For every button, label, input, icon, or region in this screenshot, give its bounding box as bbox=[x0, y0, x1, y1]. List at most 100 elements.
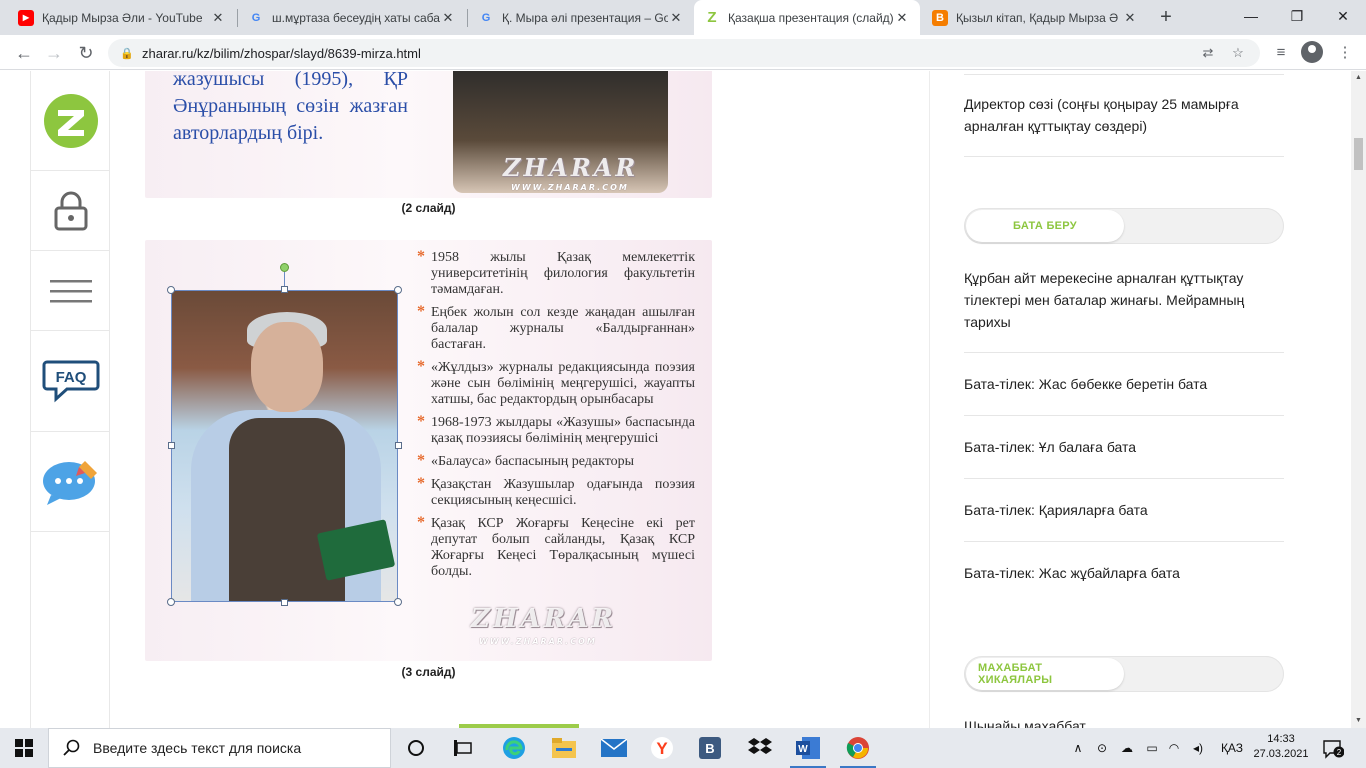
dropbox-button[interactable] bbox=[736, 728, 784, 768]
close-icon[interactable]: ✕ bbox=[440, 10, 456, 26]
tab-youtube[interactable]: ▶ Қадыр Мырза Әли - YouTube ✕ bbox=[8, 0, 236, 35]
tab-active-zharar[interactable]: Z Қазақша презентация (слайд) ✕ bbox=[694, 0, 920, 35]
taskbar-search[interactable]: Введите здесь текст для поиска bbox=[48, 728, 391, 768]
tab-google-2[interactable]: G Қ. Мыра әлі презентация – Go ✕ bbox=[468, 0, 694, 35]
blogger-icon: B bbox=[932, 9, 948, 26]
restore-button[interactable]: ❐ bbox=[1274, 0, 1320, 32]
resize-handle[interactable] bbox=[394, 286, 402, 294]
resize-handle[interactable] bbox=[281, 286, 288, 293]
sidebar-chat[interactable] bbox=[31, 432, 110, 532]
slide-2-caption: (2 слайд) bbox=[401, 201, 456, 215]
left-gutter bbox=[0, 71, 30, 728]
notifications-button[interactable]: 2 bbox=[1318, 728, 1348, 768]
divider bbox=[964, 415, 1284, 416]
yandex-button[interactable]: Y bbox=[638, 728, 686, 768]
resize-handle[interactable] bbox=[281, 599, 288, 606]
lock-icon bbox=[54, 191, 87, 230]
slide-3-image: 1958 жылы Қазақ мемлекеттік университеті… bbox=[145, 240, 712, 661]
slide-2-image: жазушысы (1995), ҚР Әнұранының сөзін жаз… bbox=[145, 71, 712, 198]
dropbox-icon bbox=[748, 738, 772, 754]
link-director-speech[interactable]: Директор сөзі (соңғы қоңырау 25 мамырға … bbox=[964, 93, 1284, 137]
minimize-button[interactable]: — bbox=[1228, 0, 1274, 32]
resize-handle[interactable] bbox=[395, 442, 402, 449]
wifi-icon[interactable]: ◠ bbox=[1164, 728, 1184, 768]
link-kurban-ait[interactable]: Құрбан айт мерекесіне арналған құттықтау… bbox=[964, 267, 1284, 333]
close-window-button[interactable]: ✕ bbox=[1320, 0, 1366, 32]
resize-handle[interactable] bbox=[167, 286, 175, 294]
address-bar[interactable]: 🔒 zharar.ru/kz/bilim/zhospar/slayd/8639-… bbox=[108, 39, 1260, 67]
tab-title: Қ. Мыра әлі презентация – Go bbox=[502, 10, 668, 25]
right-sidebar: Директор сөзі (соңғы қоңырау 25 мамырға … bbox=[929, 71, 1351, 728]
page-scrollbar[interactable]: ▲ ▼ bbox=[1351, 71, 1366, 728]
star-icon[interactable]: ☆ bbox=[1228, 43, 1248, 63]
sidebar-menu[interactable] bbox=[31, 251, 110, 331]
taskbar-clock[interactable]: 14:33 27.03.2021 bbox=[1253, 732, 1309, 762]
bullet-item: Қазақ КСР Жоғарғы Кеңесіне екі рет депут… bbox=[417, 515, 695, 580]
page-viewport: FAQ жазушысы (1995), ҚР Әнұранының сөзін… bbox=[0, 71, 1366, 728]
clock-date: 27.03.2021 bbox=[1253, 748, 1309, 760]
mail-button[interactable] bbox=[590, 728, 638, 768]
translate-icon[interactable]: ⇄ bbox=[1198, 43, 1218, 63]
scroll-thumb[interactable] bbox=[1354, 138, 1363, 170]
new-tab-button[interactable]: + bbox=[1154, 5, 1178, 29]
link-shynaiy-mahabbat[interactable]: Шынайы махаббат bbox=[964, 715, 1284, 728]
sidebar-logo[interactable] bbox=[31, 71, 110, 171]
zharar-logo-icon bbox=[43, 93, 98, 148]
search-placeholder: Введите здесь текст для поиска bbox=[93, 740, 302, 756]
scroll-up-arrow[interactable]: ▲ bbox=[1351, 71, 1366, 85]
resize-handle[interactable] bbox=[167, 598, 175, 606]
onedrive-icon[interactable]: ☁ bbox=[1116, 728, 1138, 768]
word-button[interactable]: W bbox=[784, 728, 832, 768]
watermark-url: WWW.ZHARAR.COM bbox=[511, 183, 629, 192]
svg-text:Y: Y bbox=[656, 739, 668, 758]
battery-icon[interactable]: ▭ bbox=[1142, 728, 1162, 768]
bullet-item: Қазақстан Жазушылар одағында поэзия секц… bbox=[417, 476, 695, 509]
tray-app-icon[interactable]: ⊙ bbox=[1092, 728, 1112, 768]
reload-button[interactable]: ↻ bbox=[72, 39, 100, 67]
link-bata-kariya[interactable]: Бата-тілек: Қарияларға бата bbox=[964, 499, 1284, 521]
section-title: БАТА БЕРУ bbox=[966, 210, 1124, 242]
link-bata-ul[interactable]: Бата-тілек: Ұл балаға бата bbox=[964, 436, 1284, 458]
tab-google-1[interactable]: G ш.мұртаза бесеудің хаты саба ✕ bbox=[238, 0, 466, 35]
section-mahabbat[interactable]: МАХАББАТ ХИКАЯЛАРЫ bbox=[964, 656, 1284, 692]
tray-expand-icon[interactable]: ∧ bbox=[1068, 728, 1088, 768]
tab-blogger[interactable]: B Қызыл кітап, Қадыр Мырза Ә ✕ bbox=[922, 0, 1148, 35]
chrome-icon bbox=[846, 737, 869, 759]
back-button[interactable]: ← bbox=[10, 39, 38, 67]
start-button[interactable] bbox=[0, 728, 48, 768]
section-bata-beru[interactable]: БАТА БЕРУ bbox=[964, 208, 1284, 244]
edge-button[interactable] bbox=[490, 728, 538, 768]
svg-text:W: W bbox=[798, 744, 808, 755]
divider bbox=[964, 478, 1284, 479]
faq-label: FAQ bbox=[55, 369, 86, 386]
volume-icon[interactable]: ◂) bbox=[1188, 728, 1208, 768]
chrome-button[interactable] bbox=[834, 728, 882, 768]
file-explorer-button[interactable] bbox=[540, 728, 588, 768]
more-menu-icon[interactable]: ⋮ bbox=[1334, 42, 1356, 64]
media-control-icon[interactable]: ≡ bbox=[1270, 42, 1292, 64]
author-portrait bbox=[171, 290, 398, 602]
cortana-button[interactable] bbox=[392, 728, 440, 768]
resize-handle[interactable] bbox=[168, 442, 175, 449]
task-view-button[interactable] bbox=[440, 728, 488, 768]
vk-button[interactable]: B bbox=[686, 728, 734, 768]
slide-3-caption: (3 слайд) bbox=[401, 665, 456, 679]
close-icon[interactable]: ✕ bbox=[668, 10, 684, 26]
resize-handle[interactable] bbox=[394, 598, 402, 606]
rotate-handle[interactable] bbox=[280, 263, 289, 272]
forward-button[interactable]: → bbox=[40, 39, 68, 67]
chat-icon bbox=[42, 460, 97, 505]
close-icon[interactable]: ✕ bbox=[894, 10, 910, 26]
sidebar-faq[interactable]: FAQ bbox=[31, 331, 110, 432]
link-bata-zhubai[interactable]: Бата-тілек: Жас жұбайларға бата bbox=[964, 562, 1284, 584]
link-bata-bobek[interactable]: Бата-тілек: Жас бөбекке беретін бата bbox=[964, 373, 1284, 395]
language-indicator[interactable]: ҚАЗ bbox=[1214, 728, 1250, 768]
close-icon[interactable]: ✕ bbox=[210, 10, 226, 26]
scroll-down-arrow[interactable]: ▼ bbox=[1351, 714, 1366, 728]
profile-avatar[interactable] bbox=[1301, 41, 1323, 63]
tab-title: Қызыл кітап, Қадыр Мырза Ә bbox=[956, 10, 1119, 25]
close-icon[interactable]: ✕ bbox=[1122, 10, 1138, 26]
bullet-item: «Жұлдыз» журналы редакциясында поэзия жә… bbox=[417, 359, 695, 408]
watermark: ZHARAR bbox=[503, 153, 639, 182]
sidebar-login[interactable] bbox=[31, 171, 110, 251]
